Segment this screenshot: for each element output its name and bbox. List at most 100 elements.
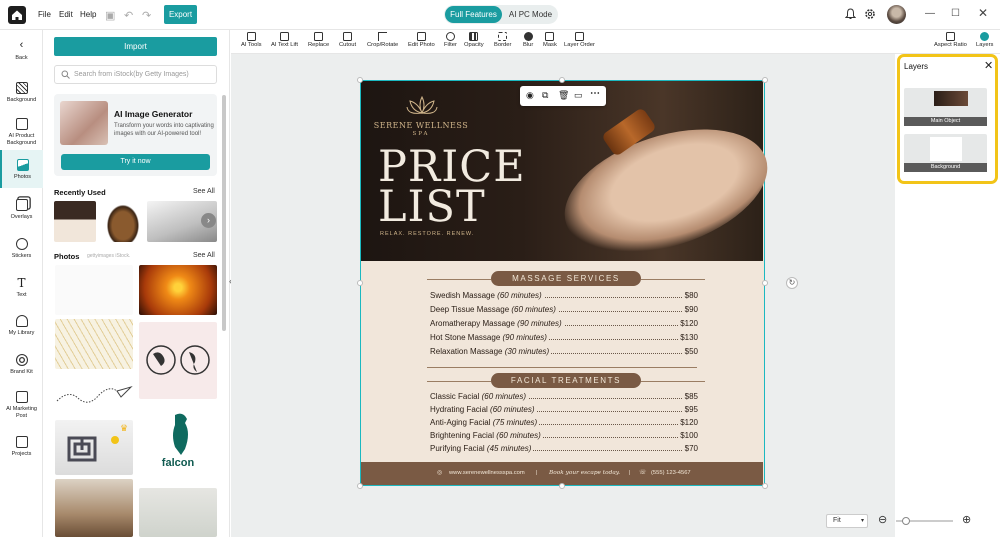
photos-panel: Import Search from iStock(by Getty Image… <box>43 30 230 537</box>
nav-ai-marketing-post[interactable]: AI Marketing Post <box>0 391 43 420</box>
folder-add-icon[interactable]: ▭ <box>574 90 583 101</box>
photo-thumb-sunset[interactable] <box>139 265 217 315</box>
trash-icon[interactable]: 🗑 <box>558 90 569 101</box>
massage-row: Hot Stone Massage (90 minutes) $130 <box>430 333 698 344</box>
tool-layers[interactable]: Layers <box>976 32 993 49</box>
photo-thumb-chairs[interactable] <box>55 479 133 537</box>
photo-thumb-falcon[interactable]: falcon <box>139 407 217 483</box>
service-duration: (60 minutes) <box>481 392 527 401</box>
home-icon[interactable] <box>8 6 26 24</box>
resize-handle[interactable] <box>762 483 768 489</box>
tool-blur[interactable]: Blur <box>523 32 533 49</box>
try-it-now-button[interactable]: Try it now <box>61 154 210 170</box>
tool-crop-rotate[interactable]: Crop/Rotate <box>367 32 398 49</box>
import-button[interactable]: Import <box>54 37 217 56</box>
tool-aspect-ratio[interactable]: Aspect Ratio <box>934 32 967 49</box>
tool-cutout[interactable]: Cutout <box>339 32 356 49</box>
export-button[interactable]: Export <box>164 5 197 24</box>
tool-edit-photo[interactable]: Edit Photo <box>408 32 435 49</box>
massage-row: Swedish Massage (60 minutes) $80 <box>430 291 698 302</box>
resize-handle[interactable] <box>357 483 363 489</box>
close-window-icon[interactable]: ✕ <box>978 6 988 20</box>
tool-filter[interactable]: Filter <box>444 32 457 49</box>
search-icon <box>61 70 70 79</box>
bell-icon[interactable] <box>845 8 856 20</box>
resize-handle[interactable] <box>762 280 768 286</box>
photo-thumb-1[interactable] <box>55 265 133 315</box>
photo-thumb-pattern[interactable] <box>55 319 133 369</box>
lotus-logo-icon <box>406 95 438 115</box>
tool-ai-tools[interactable]: AI Tools <box>241 32 262 49</box>
resize-handle[interactable] <box>762 77 768 83</box>
photo-thumb-plant[interactable] <box>139 488 217 537</box>
maximize-icon[interactable]: ☐ <box>951 8 960 19</box>
tool-replace[interactable]: Replace <box>308 32 329 49</box>
menu-help[interactable]: Help <box>80 10 96 19</box>
menu-edit[interactable]: Edit <box>59 10 73 19</box>
service-duration: (75 minutes) <box>492 418 538 427</box>
close-icon[interactable]: ✕ <box>984 59 993 72</box>
photo-thumb-paper-plane[interactable] <box>55 373 133 413</box>
layer-main-object[interactable]: Main Object <box>904 88 987 126</box>
layer-background[interactable]: Background <box>904 134 987 172</box>
zoom-slider-handle[interactable] <box>902 517 910 525</box>
tool-ai-text-lift[interactable]: AI Text Lift <box>271 32 298 49</box>
recent-see-all-link[interactable]: See All <box>193 188 215 195</box>
photos-see-all-link[interactable]: See All <box>193 252 215 259</box>
resize-handle[interactable] <box>357 77 363 83</box>
more-icon[interactable]: ⋯ <box>590 88 600 99</box>
resize-handle[interactable] <box>559 483 565 489</box>
footer-phone: (555) 123-4567 <box>651 470 691 476</box>
duplicate-icon[interactable]: ⧉ <box>542 90 548 101</box>
resize-handle[interactable] <box>559 77 565 83</box>
avatar[interactable] <box>887 5 906 24</box>
search-input[interactable]: Search from iStock(by Getty Images) <box>54 65 217 84</box>
footer-tagline: Book your escape today. <box>549 470 621 476</box>
full-features-tab[interactable]: Full Features <box>445 6 502 23</box>
zoom-in-icon[interactable]: ⊕ <box>962 514 971 526</box>
service-price: $80 <box>682 291 698 300</box>
tool-opacity[interactable]: Opacity <box>464 32 484 49</box>
opacity-icon <box>469 32 479 41</box>
nav-ai-product-background[interactable]: AI Product Background <box>0 118 43 147</box>
nav-back[interactable]: ‹ Back <box>0 40 43 62</box>
undo-icon[interactable]: ↶ <box>124 9 133 22</box>
nav-label: AI Marketing Post <box>6 406 37 419</box>
gear-icon[interactable] <box>864 8 876 20</box>
menu-file[interactable]: File <box>38 10 51 19</box>
save-icon[interactable]: ▣ <box>105 9 115 22</box>
nav-overlays[interactable]: Overlays <box>0 199 43 221</box>
panel-scrollbar[interactable] <box>222 95 226 331</box>
rotate-icon[interactable]: ↻ <box>786 277 798 289</box>
nav-projects[interactable]: Projects <box>0 436 43 458</box>
tool-label: AI Text Lift <box>271 42 298 48</box>
nav-text[interactable]: T Text <box>0 277 43 299</box>
massage-row: Relaxation Massage (30 minutes) $50 <box>430 347 698 358</box>
nav-photos[interactable]: Photos <box>0 150 43 188</box>
photo-thumb-globes[interactable] <box>139 322 217 399</box>
zoom-select[interactable]: Fit ▾ <box>826 514 868 528</box>
zoom-out-icon[interactable]: ⊖ <box>878 514 887 526</box>
nav-label: Brand Kit <box>10 369 33 375</box>
recent-thumb-price-list[interactable] <box>54 201 96 242</box>
tool-layer-order[interactable]: Layer Order <box>564 32 595 49</box>
tool-border[interactable]: Border <box>494 32 511 49</box>
resize-handle[interactable] <box>357 280 363 286</box>
brand-subtitle: SPA <box>412 131 430 137</box>
minimize-icon[interactable]: — <box>925 8 935 19</box>
nav-stickers[interactable]: Stickers <box>0 238 43 260</box>
nav-background[interactable]: Background <box>0 82 43 104</box>
nav-my-library[interactable]: My Library <box>0 315 43 337</box>
nav-brand-kit[interactable]: Brand Kit <box>0 354 43 376</box>
chevron-right-icon[interactable]: › <box>201 213 216 228</box>
tool-label: Filter <box>444 42 457 48</box>
nav-label: Back <box>15 55 28 61</box>
ai-pc-mode-tab[interactable]: AI PC Mode <box>504 6 557 23</box>
redo-icon[interactable]: ↷ <box>142 9 151 22</box>
eye-icon[interactable]: ◉ <box>526 90 534 101</box>
tool-mask[interactable]: Mask <box>543 32 557 49</box>
service-price: $95 <box>682 405 698 414</box>
design-canvas[interactable]: SERENE WELLNESS SPA PRICE LIST RELAX. RE… <box>360 80 783 486</box>
recent-thumb-bag[interactable] <box>104 201 142 242</box>
back-arrow-icon: ‹ <box>19 39 24 51</box>
